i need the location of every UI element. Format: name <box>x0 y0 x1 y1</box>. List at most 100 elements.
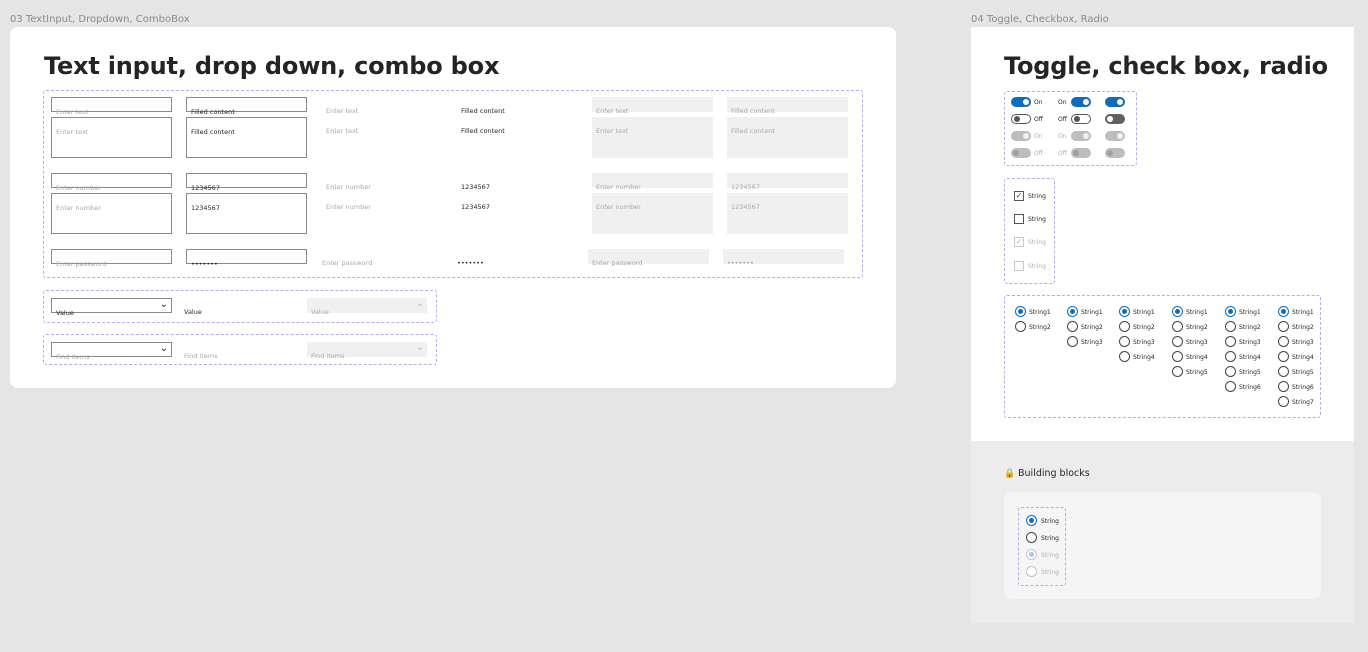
radio-unselected[interactable] <box>1278 396 1289 407</box>
number-input-underline-filled[interactable]: 1234567 <box>461 173 571 191</box>
radio-selected[interactable] <box>1015 306 1026 317</box>
toggle-label: Off <box>1058 116 1067 123</box>
text-input-underline-filled[interactable]: Filled content <box>461 97 571 115</box>
number-textarea-filled[interactable]: 1234567 <box>186 193 307 234</box>
dropdown-value: Value <box>184 308 202 316</box>
radio-unselected[interactable] <box>1278 321 1289 332</box>
checkbox-unchecked[interactable] <box>1014 214 1024 224</box>
password-input-disabled-filled: ••••••• <box>723 249 844 267</box>
radio-selected[interactable] <box>1119 306 1130 317</box>
radio-unselected[interactable] <box>1172 336 1183 347</box>
radio-unselected[interactable] <box>1119 321 1130 332</box>
toggle-on[interactable] <box>1071 97 1091 107</box>
radio-selected[interactable] <box>1225 306 1236 317</box>
building-blocks-title: Building blocks <box>1018 468 1090 479</box>
radio-label: String6 <box>1292 384 1314 391</box>
password-placeholder: Enter password <box>56 260 107 268</box>
checkbox-checked[interactable]: ✓ <box>1014 191 1024 201</box>
radio-label: String3 <box>1186 339 1208 346</box>
radio-disabled <box>1026 566 1037 577</box>
radio-label: String1 <box>1081 309 1103 316</box>
text-input-value: Filled content <box>731 107 775 115</box>
toggle-on[interactable] <box>1011 97 1031 107</box>
number-input-filled[interactable]: 1234567 <box>186 173 307 192</box>
radio-selected[interactable] <box>1172 306 1183 317</box>
password-value: ••••••• <box>727 259 754 267</box>
combobox-default[interactable]: Find items ⌄ <box>51 342 172 361</box>
toggle-on[interactable] <box>1105 97 1125 107</box>
radio-unselected[interactable] <box>1119 351 1130 362</box>
radio-unselected[interactable] <box>1067 321 1078 332</box>
radio-unselected[interactable] <box>1172 351 1183 362</box>
text-input-empty[interactable]: Enter text <box>51 97 172 116</box>
radio-unselected[interactable] <box>1172 321 1183 332</box>
radio-unselected[interactable] <box>1015 321 1026 332</box>
number-input-underline-empty[interactable]: Enter number <box>326 173 436 191</box>
page-title-textinput: Text input, drop down, combo box <box>44 52 500 80</box>
radio-unselected[interactable] <box>1225 336 1236 347</box>
combobox-placeholder: Find items <box>184 352 218 360</box>
text-input-underline-empty[interactable]: Enter text <box>326 97 436 115</box>
radio-selected[interactable] <box>1067 306 1078 317</box>
radio-unselected[interactable] <box>1278 381 1289 392</box>
radio-unselected[interactable] <box>1225 351 1236 362</box>
radio-unselected[interactable] <box>1119 336 1130 347</box>
number-textarea-underline-filled[interactable]: 1234567 <box>461 193 571 211</box>
chevron-down-icon: ⌄ <box>415 298 424 309</box>
toggle-disabled-on <box>1011 131 1031 141</box>
number-textarea-underline-empty[interactable]: Enter number <box>326 193 436 211</box>
dropdown-underline[interactable]: Value <box>184 298 294 316</box>
radio-label: String1 <box>1292 309 1314 316</box>
number-input-disabled-filled: 1234567 <box>727 173 848 191</box>
radio-label: String <box>1041 552 1059 559</box>
number-textarea-disabled-empty: Enter number <box>592 193 713 234</box>
number-textarea-empty[interactable]: Enter number <box>51 193 172 234</box>
frame-label-textinput: 03 TextInput, Dropdown, ComboBox <box>10 14 190 25</box>
number-input-empty[interactable]: Enter number <box>51 173 172 192</box>
text-input-filled[interactable]: Filled content <box>186 97 307 116</box>
dropdown-value: Value <box>311 308 329 316</box>
radio-unselected[interactable] <box>1225 381 1236 392</box>
textarea-filled[interactable]: Filled content <box>186 117 307 158</box>
radio-label: String5 <box>1186 369 1208 376</box>
radio-label: String1 <box>1239 309 1261 316</box>
number-textarea-value: 1234567 <box>191 204 220 212</box>
radio-label: String <box>1041 535 1059 542</box>
radio-unselected[interactable] <box>1225 321 1236 332</box>
textarea-empty[interactable]: Enter text <box>51 117 172 158</box>
radio-selected[interactable] <box>1278 306 1289 317</box>
toggle-disabled-on <box>1071 131 1091 141</box>
radio-label: String2 <box>1133 324 1155 331</box>
textarea-underline-filled[interactable]: Filled content <box>461 117 571 135</box>
radio-unselected[interactable] <box>1172 366 1183 377</box>
radio-unselected[interactable] <box>1278 366 1289 377</box>
combobox-placeholder: Find items <box>311 352 345 360</box>
textarea-disabled-filled: Filled content <box>727 117 848 158</box>
radio-label: String4 <box>1239 354 1261 361</box>
number-input-disabled-empty: Enter number <box>592 173 713 191</box>
radio-unselected[interactable] <box>1026 532 1037 543</box>
radio-label: String3 <box>1133 339 1155 346</box>
radio-label: String2 <box>1029 324 1051 331</box>
radio-unselected[interactable] <box>1278 351 1289 362</box>
toggle-label: On <box>1034 99 1043 106</box>
password-input-empty[interactable]: Enter password <box>51 249 172 268</box>
dropdown-default[interactable]: Value ⌄ <box>51 298 172 317</box>
toggle-disabled-off <box>1105 148 1125 158</box>
toggle-disabled-off <box>1071 148 1091 158</box>
radio-selected[interactable] <box>1026 515 1037 526</box>
toggle-off[interactable] <box>1011 114 1031 124</box>
password-input-underline-filled[interactable]: ••••••• <box>457 249 567 267</box>
password-placeholder: Enter password <box>322 259 373 267</box>
radio-unselected[interactable] <box>1278 336 1289 347</box>
radio-unselected[interactable] <box>1225 366 1236 377</box>
text-input-placeholder: Enter text <box>596 107 629 115</box>
combobox-underline[interactable]: Find items <box>184 342 294 360</box>
radio-unselected[interactable] <box>1067 336 1078 347</box>
textarea-underline-empty[interactable]: Enter text <box>326 117 436 135</box>
password-input-filled[interactable]: ••••••• <box>186 249 307 268</box>
toggle-off[interactable] <box>1071 114 1091 124</box>
password-input-underline-empty[interactable]: Enter password <box>322 249 432 267</box>
toggle-off[interactable] <box>1105 114 1125 124</box>
text-input-value: Filled content <box>461 107 505 115</box>
